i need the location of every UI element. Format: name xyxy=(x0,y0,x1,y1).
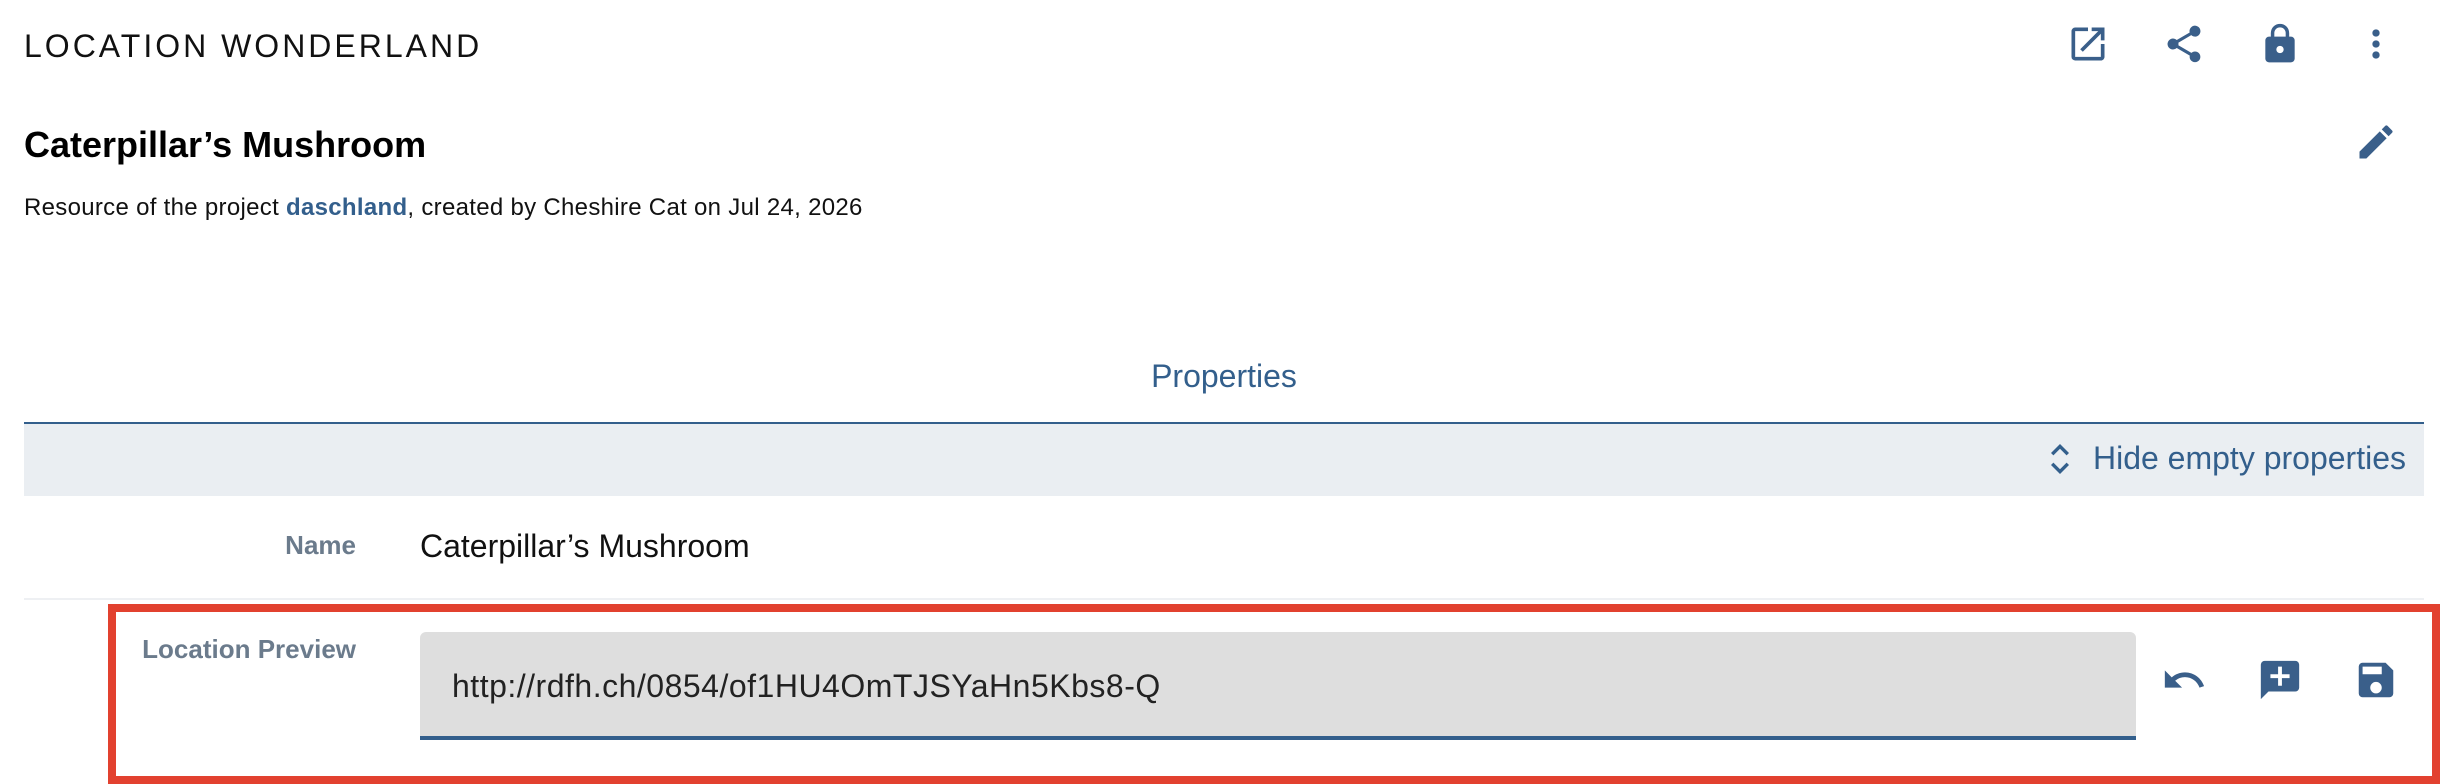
save-icon xyxy=(2358,662,2394,698)
hide-empty-properties-toggle[interactable]: Hide empty properties xyxy=(2045,440,2406,477)
more-vert-icon xyxy=(2372,29,2380,59)
meta-suffix: , created by Cheshire Cat on Jul 24, 202… xyxy=(407,194,863,221)
property-label-location-preview: Location Preview xyxy=(142,634,356,664)
lock-icon xyxy=(2265,23,2295,63)
property-label-name: Name xyxy=(285,530,356,560)
save-button[interactable] xyxy=(2346,650,2406,710)
location-preview-input-value[interactable]: http://rdfh.ch/0854/of1HU4OmTJSYaHn5Kbs8… xyxy=(452,668,1161,705)
row-divider xyxy=(24,598,2424,600)
undo-icon xyxy=(2164,670,2205,688)
tab-properties[interactable]: Properties xyxy=(24,358,2424,395)
edit-icon xyxy=(2359,125,2393,159)
open-in-new-icon xyxy=(2071,27,2105,61)
property-value-name: Caterpillar’s Mushroom xyxy=(420,528,750,564)
edit-label-button[interactable] xyxy=(2344,110,2408,174)
tab-bar: Properties xyxy=(24,340,2424,426)
permissions-lock-button[interactable] xyxy=(2248,12,2312,76)
resource-title: Caterpillar’s Mushroom xyxy=(24,124,427,165)
add-comment-icon xyxy=(2260,660,2300,700)
meta-prefix: Resource of the project xyxy=(24,194,287,221)
share-icon xyxy=(2167,25,2201,63)
unfold-less-icon xyxy=(2050,443,2069,474)
share-button[interactable] xyxy=(2152,12,2216,76)
location-preview-input[interactable]: http://rdfh.ch/0854/of1HU4OmTJSYaHn5Kbs8… xyxy=(420,632,2136,740)
hide-empty-properties-label: Hide empty properties xyxy=(2092,440,2406,476)
resource-class-label: LOCATION WONDERLAND xyxy=(24,28,483,64)
more-options-button[interactable] xyxy=(2344,12,2408,76)
open-in-new-button[interactable] xyxy=(2056,12,2120,76)
undo-button[interactable] xyxy=(2154,650,2214,710)
resource-meta-info: Resource of the project daschland, creat… xyxy=(24,194,863,222)
properties-toolbar: Hide empty properties xyxy=(24,424,2424,496)
project-link[interactable]: daschland xyxy=(286,194,407,221)
add-comment-button[interactable] xyxy=(2250,650,2310,710)
